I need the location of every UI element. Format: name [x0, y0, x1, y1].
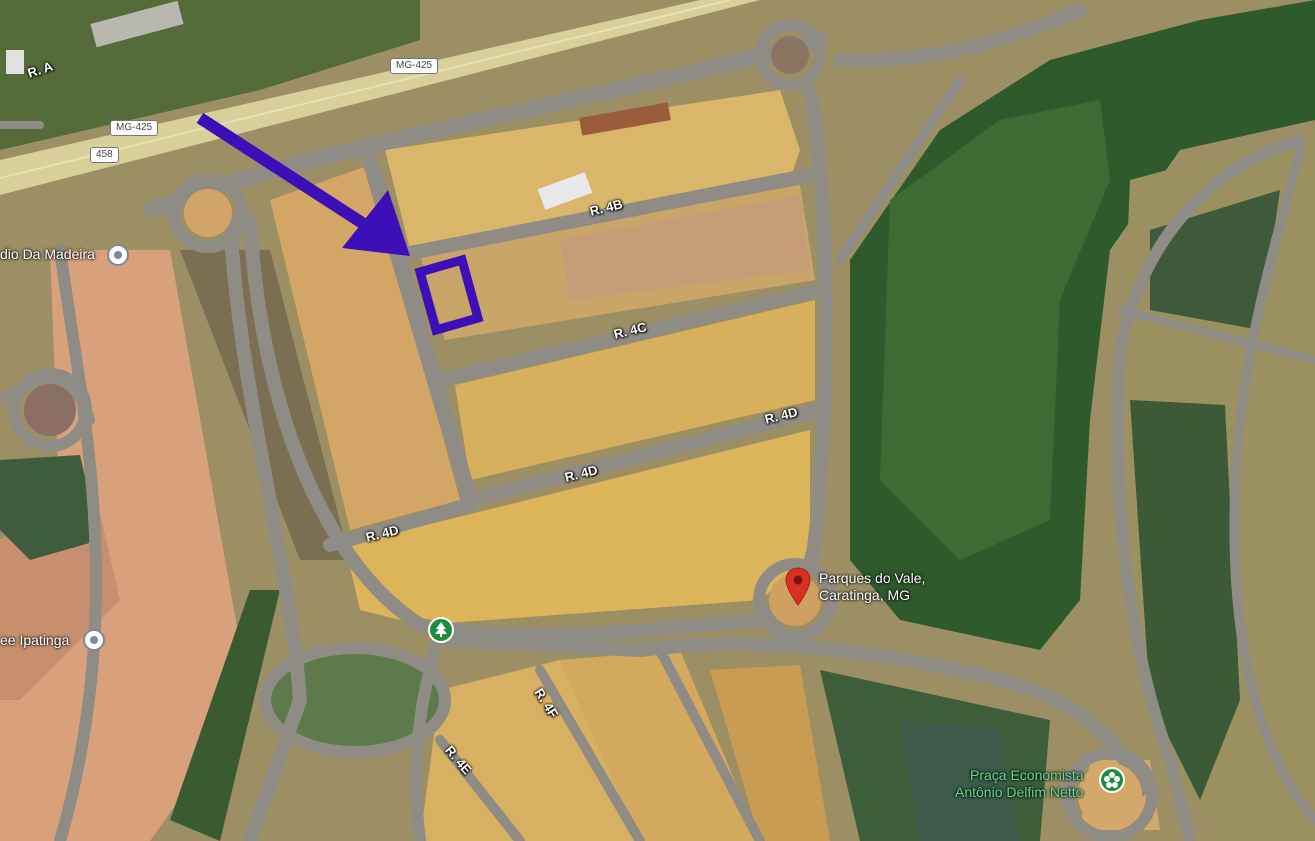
- arrow-icon: [196, 112, 410, 256]
- annotation-overlay: [196, 112, 484, 336]
- highlight-box: [414, 254, 484, 336]
- map-view[interactable]: R. A MG-425 MG-425 458 R. 4B R. 4C R. 4D…: [0, 0, 1315, 841]
